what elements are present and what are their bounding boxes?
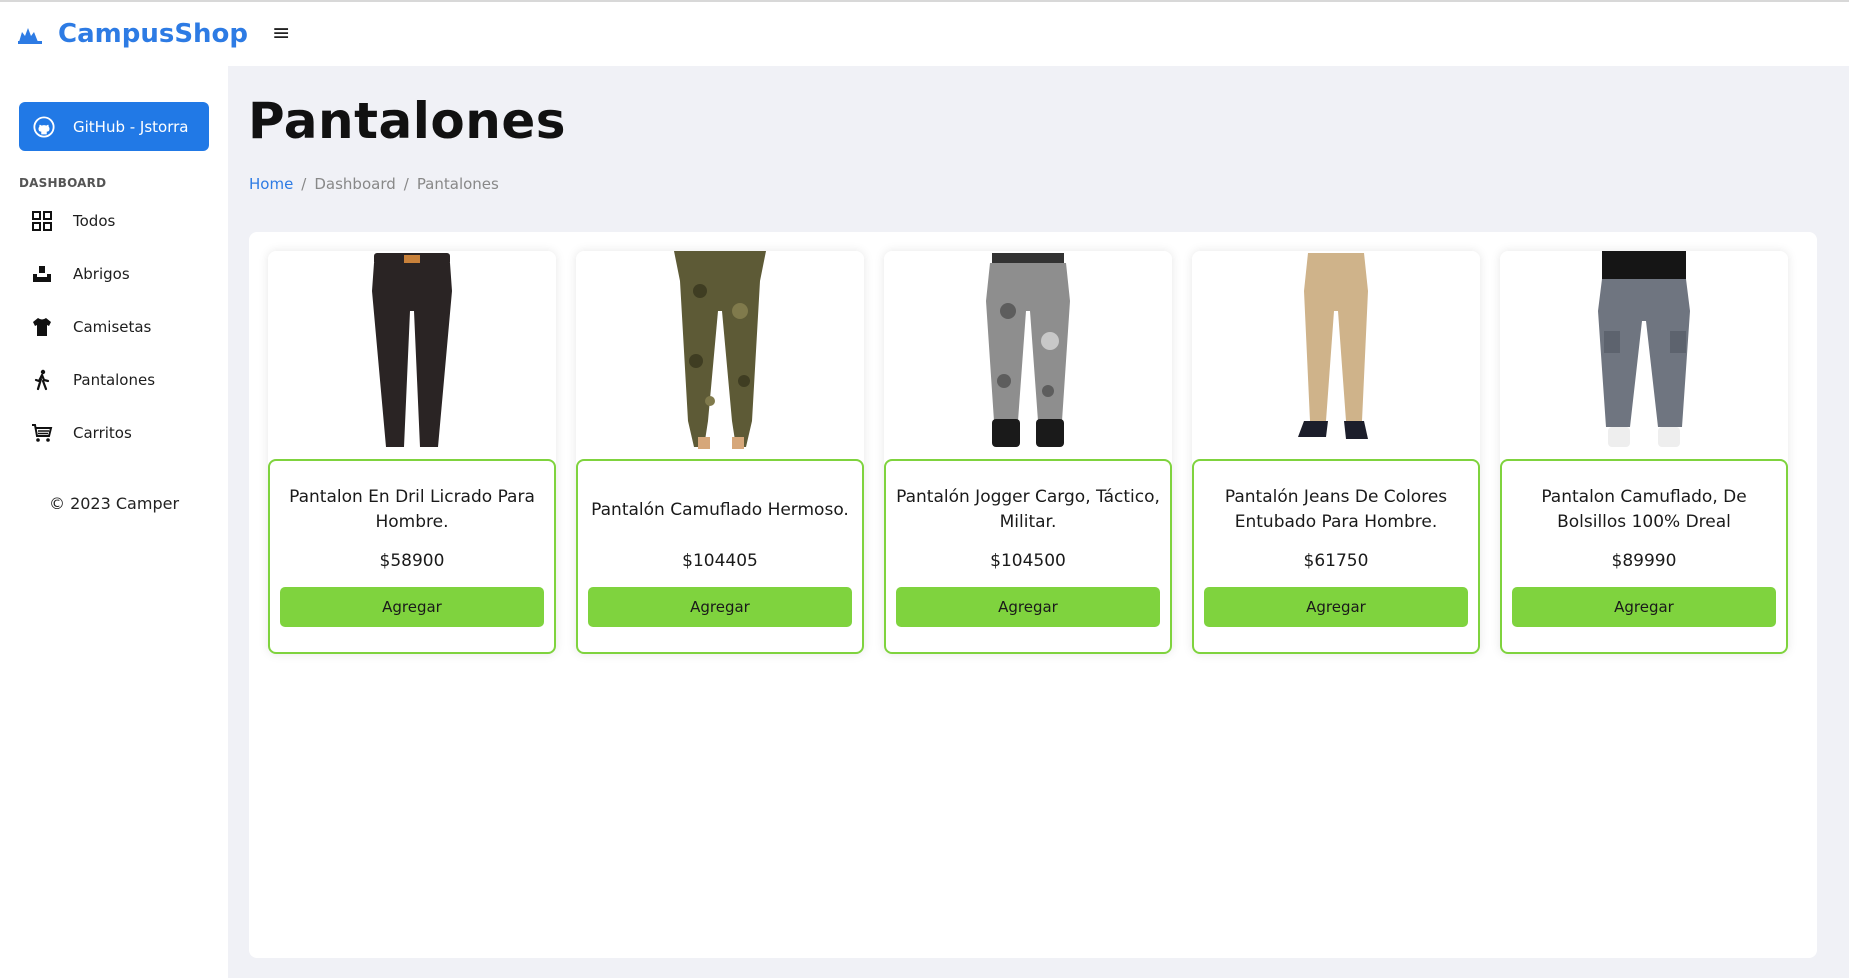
product-card-body: Pantalon En Dril Licrado Para Hombre. $5… [268, 459, 556, 654]
logo[interactable]: CampusShop [18, 19, 248, 49]
product-image [268, 251, 556, 459]
sidebar-item-todos[interactable]: Todos [0, 194, 228, 247]
sidebar-item-label: Camisetas [73, 317, 152, 336]
breadcrumb-separator: / [301, 175, 307, 193]
hamburger-menu-icon[interactable]: ≡ [272, 23, 290, 45]
walking-icon [31, 369, 53, 391]
product-price: $58900 [379, 551, 445, 571]
add-to-cart-button[interactable]: Agregar [896, 587, 1160, 627]
add-to-cart-button[interactable]: Agregar [280, 587, 544, 627]
product-card-body: Pantalón Camuflado Hermoso. $104405 Agre… [576, 459, 864, 654]
product-title: Pantalón Camuflado Hermoso. [591, 499, 849, 520]
cart-icon [31, 422, 53, 444]
add-to-cart-button[interactable]: Agregar [1512, 587, 1776, 627]
product-price: $89990 [1611, 551, 1677, 571]
product-card: Pantalón Jogger Cargo, Táctico, Militar.… [884, 251, 1172, 654]
pants-image-icon [1298, 253, 1368, 439]
product-card-body: Pantalón Jogger Cargo, Táctico, Militar.… [884, 459, 1172, 654]
box-icon [31, 263, 53, 285]
shop-logo-icon [18, 24, 42, 44]
sidebar: GitHub - Jstorra DASHBOARD Todos Abrigos… [0, 66, 228, 978]
product-card: Pantalón Camuflado Hermoso. $104405 Agre… [576, 251, 864, 654]
sidebar-item-label: Abrigos [73, 264, 130, 283]
product-image [1500, 251, 1788, 459]
product-card: Pantalón Jeans De Colores Entubado Para … [1192, 251, 1480, 654]
pants-image-icon [372, 253, 452, 447]
breadcrumb-dashboard: Dashboard [314, 175, 396, 193]
sidebar-item-carritos[interactable]: Carritos [0, 406, 228, 459]
sidebar-item-label: Todos [73, 211, 116, 230]
breadcrumb-separator: / [403, 175, 409, 193]
sidebar-item-label: Carritos [73, 423, 132, 442]
page-title: Pantalones [248, 92, 567, 150]
copyright-text: © 2023 Camper [48, 494, 180, 513]
product-image [884, 251, 1172, 459]
product-title: Pantalon Camuflado, De Bolsillos 100% Dr… [1541, 487, 1747, 532]
product-title: Pantalón Jogger Cargo, Táctico, Militar. [896, 487, 1160, 532]
section-heading: DASHBOARD [19, 176, 107, 190]
product-card: Pantalon En Dril Licrado Para Hombre. $5… [268, 251, 556, 654]
product-card-body: Pantalon Camuflado, De Bolsillos 100% Dr… [1500, 459, 1788, 654]
product-title: Pantalon En Dril Licrado Para Hombre. [289, 487, 535, 532]
tshirt-icon [31, 316, 53, 338]
github-button-label: GitHub - Jstorra [73, 117, 189, 136]
add-to-cart-button[interactable]: Agregar [588, 587, 852, 627]
product-price: $104405 [682, 551, 758, 571]
product-card-body: Pantalón Jeans De Colores Entubado Para … [1192, 459, 1480, 654]
breadcrumb-home-link[interactable]: Home [249, 175, 293, 193]
sidebar-item-abrigos[interactable]: Abrigos [0, 247, 228, 300]
github-icon [33, 115, 55, 138]
pants-image-icon [674, 251, 766, 449]
product-image [1192, 251, 1480, 459]
product-grid: Pantalon En Dril Licrado Para Hombre. $5… [268, 251, 1788, 654]
product-image [576, 251, 864, 459]
product-price: $104500 [990, 551, 1066, 571]
product-card: Pantalon Camuflado, De Bolsillos 100% Dr… [1500, 251, 1788, 654]
github-button[interactable]: GitHub - Jstorra [19, 102, 209, 151]
product-title: Pantalón Jeans De Colores Entubado Para … [1224, 487, 1448, 532]
sidebar-item-pantalones[interactable]: Pantalones [0, 353, 228, 406]
breadcrumb-current: Pantalones [416, 175, 499, 193]
pants-image-icon [986, 253, 1070, 447]
top-header: CampusShop ≡ [0, 0, 1849, 66]
pants-image-icon [1598, 251, 1690, 447]
sidebar-nav: Todos Abrigos Camisetas Pantalones Carri… [0, 194, 228, 459]
sidebar-item-label: Pantalones [73, 370, 156, 389]
product-price: $61750 [1303, 551, 1369, 571]
app-title: CampusShop [58, 19, 249, 49]
add-to-cart-button[interactable]: Agregar [1204, 587, 1468, 627]
breadcrumb: Home / Dashboard / Pantalones [249, 175, 499, 193]
grid-icon [31, 210, 53, 232]
sidebar-item-camisetas[interactable]: Camisetas [0, 300, 228, 353]
